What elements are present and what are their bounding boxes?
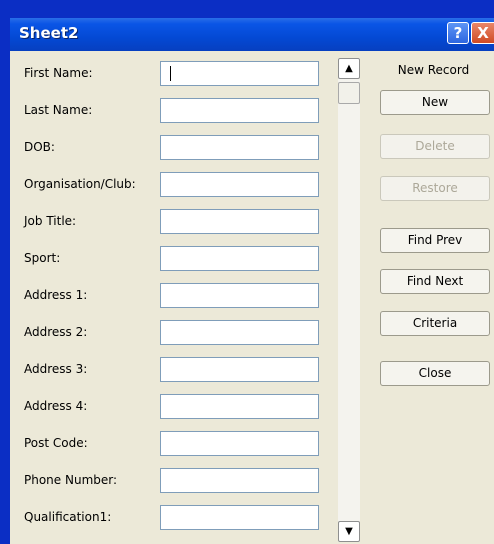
delete-button[interactable]: Delete [380,134,490,159]
find-next-button[interactable]: Find Next [380,269,490,294]
phone-number-input[interactable] [160,468,319,493]
job-title-input[interactable] [160,209,319,234]
label-address-1: Address 1: [24,288,88,302]
label-qualification1: Qualification1: [24,510,112,524]
close-button[interactable]: Close [380,361,490,386]
address-4-input[interactable] [160,394,319,419]
scroll-up-button[interactable]: ▲ [338,58,360,79]
label-address-3: Address 3: [24,362,88,376]
arrow-up-icon: ▲ [345,63,353,74]
help-button[interactable]: ? [447,22,469,44]
record-status: New Record [397,63,470,77]
close-window-button[interactable]: X [471,22,494,44]
address-1-input[interactable] [160,283,319,308]
last-name-input[interactable] [160,98,319,123]
address-2-input[interactable] [160,320,319,345]
label-phone-number: Phone Number: [24,473,118,487]
label-last-name: Last Name: [24,103,93,117]
scroll-down-button[interactable]: ▼ [338,521,360,542]
label-post-code: Post Code: [24,436,88,450]
address-3-input[interactable] [160,357,319,382]
help-icon: ? [453,24,463,42]
label-sport: Sport: [24,251,61,265]
label-address-2: Address 2: [24,325,88,339]
arrow-down-icon: ▼ [345,526,353,537]
record-scrollbar[interactable]: ▲ ▼ [338,58,360,542]
title-bar[interactable]: Sheet2 ? X [10,18,494,51]
data-form-dialog: Sheet2 ? X First Name: Last Name: DOB: O… [10,18,494,544]
label-dob: DOB: [24,140,55,154]
scroll-thumb[interactable] [338,82,360,104]
restore-button[interactable]: Restore [380,176,490,201]
label-organisation-club: Organisation/Club: [24,177,136,191]
criteria-button[interactable]: Criteria [380,311,490,336]
sport-input[interactable] [160,246,319,271]
first-name-input[interactable] [160,61,319,86]
label-address-4: Address 4: [24,399,88,413]
text-caret [170,66,171,81]
organisation-club-input[interactable] [160,172,319,197]
label-first-name: First Name: [24,66,93,80]
post-code-input[interactable] [160,431,319,456]
new-button[interactable]: New [380,90,490,115]
qualification1-input[interactable] [160,505,319,530]
find-prev-button[interactable]: Find Prev [380,228,490,253]
window-title: Sheet2 [19,24,79,42]
label-job-title: Job Title: [24,214,77,228]
close-icon: X [477,24,489,42]
dob-input[interactable] [160,135,319,160]
